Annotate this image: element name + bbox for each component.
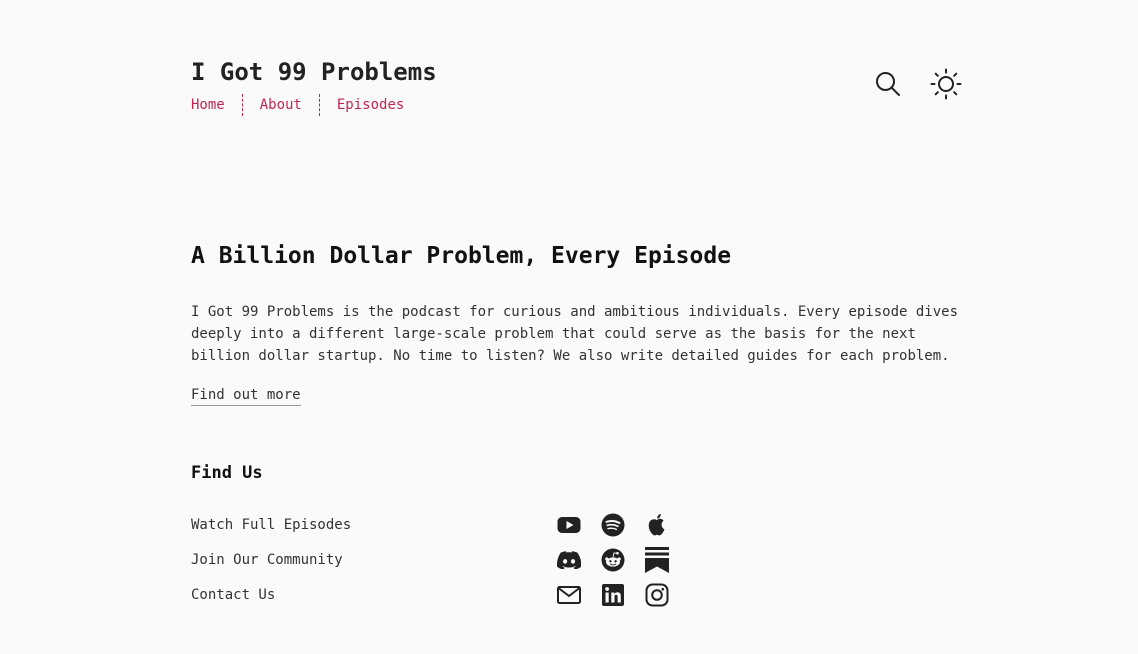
find-row-icons <box>557 547 669 573</box>
find-out-more-link[interactable]: Find out more <box>191 385 301 406</box>
find-row-icons <box>557 512 669 538</box>
find-row-label: Contact Us <box>191 587 276 603</box>
nav-home-link[interactable]: Home <box>191 94 225 116</box>
find-us-title: Find Us <box>191 463 263 483</box>
nav-episodes-link[interactable]: Episodes <box>337 94 404 116</box>
find-row-watch: Watch Full Episodes <box>191 512 671 538</box>
youtube-icon[interactable] <box>557 512 581 538</box>
search-icon[interactable] <box>870 66 906 102</box>
discord-icon[interactable] <box>557 547 581 573</box>
find-row-label: Watch Full Episodes <box>191 517 352 533</box>
nav-about-link[interactable]: About <box>260 94 302 116</box>
sun-icon[interactable] <box>928 66 964 102</box>
find-row-community: Join Our Community <box>191 547 671 573</box>
hero-title: A Billion Dollar Problem, Every Episode <box>191 243 732 269</box>
instagram-icon[interactable] <box>645 582 669 608</box>
apple-icon[interactable] <box>645 512 669 538</box>
header-actions <box>870 66 964 102</box>
site-title[interactable]: I Got 99 Problems <box>191 56 437 88</box>
main-nav: Home About Episodes <box>191 94 404 116</box>
spotify-icon[interactable] <box>601 512 625 538</box>
linkedin-icon[interactable] <box>601 582 625 608</box>
find-row-label: Join Our Community <box>191 552 343 568</box>
substack-icon[interactable] <box>645 547 669 573</box>
hero-description: I Got 99 Problems is the podcast for cur… <box>191 304 959 364</box>
nav-divider <box>241 94 243 116</box>
nav-divider <box>318 94 320 116</box>
email-icon[interactable] <box>557 582 581 608</box>
find-row-icons <box>557 582 669 608</box>
reddit-icon[interactable] <box>601 547 625 573</box>
find-row-contact: Contact Us <box>191 582 671 608</box>
